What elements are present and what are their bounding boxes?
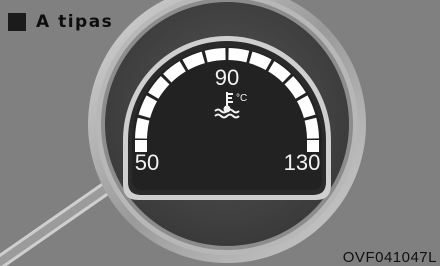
magnifier-handle (0, 173, 125, 266)
header-title: A tipas (36, 12, 114, 32)
square-bullet-icon (8, 13, 26, 31)
header-title-row: A tipas (8, 11, 113, 33)
gauge-label-max: 130 (284, 150, 321, 175)
illustration: 90 50 130 °C (0, 0, 366, 266)
gauge-label-mid: 90 (215, 65, 239, 90)
unit-label: °C (236, 93, 247, 104)
figure-code: OVF041047L (342, 249, 437, 266)
gauge-label-min: 50 (135, 150, 159, 175)
